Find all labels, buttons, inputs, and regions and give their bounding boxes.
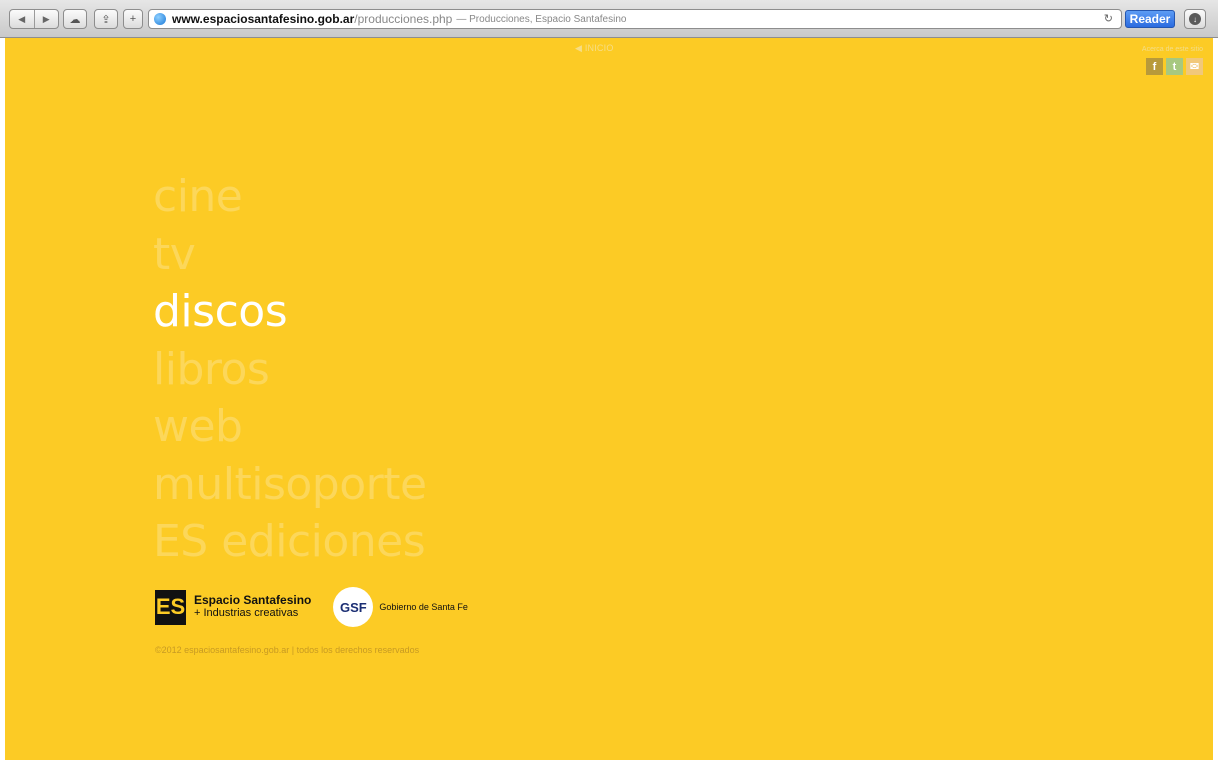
url-host: www.espaciosantafesino.gob.ar [172,12,355,26]
share-icon: ⇪ [101,13,111,26]
globe-icon [154,13,166,25]
gsf-logo[interactable]: GSF [333,587,374,627]
menu-item-cine[interactable]: cine [153,168,427,226]
es-line1: Espacio Santafesino [194,593,312,607]
menu-item-multisoporte[interactable]: multisoporte [153,456,427,514]
download-icon: ↓ [1189,13,1201,25]
plus-icon: + [129,13,137,25]
mail-icon[interactable]: ✉ [1186,58,1203,75]
gsf-text: Gobierno de Santa Fe [379,602,468,612]
productions-menu: cine tv discos libros web multisoporte E… [153,168,427,571]
menu-item-tv[interactable]: tv [153,226,427,284]
espacio-santafesino-logo[interactable]: ES [155,589,186,625]
back-forward-buttons[interactable]: ◀ ▶ [9,9,59,29]
footer-logos: ES Espacio Santafesino + Industrias crea… [155,587,468,627]
facebook-icon[interactable]: f [1146,58,1163,75]
social-links: f t ✉ [1146,58,1203,75]
forward-arrow-icon[interactable]: ▶ [33,10,59,28]
menu-item-es-ediciones[interactable]: ES ediciones [153,513,427,571]
es-line2: + Industrias creativas [194,607,299,619]
share-button[interactable]: ⇪ [94,9,118,29]
page-title: — Producciones, Espacio Santafesino [456,13,627,25]
twitter-icon[interactable]: t [1166,58,1183,75]
add-bookmark-button[interactable]: + [123,9,143,29]
page-content: ◀ INICIO Acerca de este sitio f t ✉ cine… [5,38,1213,760]
address-bar[interactable]: www.espaciosantafesino.gob.ar /produccio… [148,9,1122,29]
browser-toolbar: ◀ ▶ ☁ ⇪ + www.espaciosantafesino.gob.ar … [0,0,1218,38]
menu-item-libros[interactable]: libros [153,341,427,399]
copyright-text: ©2012 espaciosantafesino.gob.ar | todos … [155,645,420,655]
back-to-home-link[interactable]: ◀ INICIO [575,43,614,54]
downloads-button[interactable]: ↓ [1184,9,1206,29]
about-site-link[interactable]: Acerca de este sitio [1142,46,1203,53]
back-arrow-icon[interactable]: ◀ [10,10,34,28]
menu-item-web[interactable]: web [153,398,427,456]
espacio-santafesino-text: Espacio Santafesino + Industrias creativ… [194,594,311,620]
url-path: /producciones.php [354,12,453,26]
reader-button[interactable]: Reader [1125,10,1175,28]
icloud-tabs-button[interactable]: ☁ [63,9,87,29]
reload-icon[interactable]: ↻ [1104,12,1113,25]
cloud-icon: ☁ [69,13,81,26]
menu-item-discos[interactable]: discos [153,283,427,341]
